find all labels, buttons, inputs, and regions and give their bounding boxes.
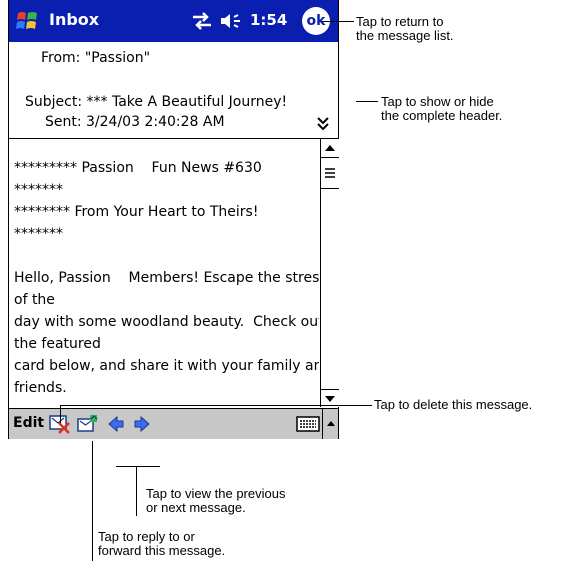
command-bar: Edit <box>9 408 338 439</box>
callout-line-reply <box>92 441 93 561</box>
input-panel-toggle[interactable] <box>322 409 339 439</box>
message-body-line: ******* <box>14 226 63 242</box>
callout-nav-line2: or next message. <box>146 500 246 515</box>
next-message-icon[interactable] <box>131 414 153 434</box>
vertical-scrollbar[interactable] <box>320 139 339 407</box>
scroll-up-icon <box>325 145 335 151</box>
message-body[interactable]: ********* Passion Fun News #630 ******* **… <box>9 139 319 407</box>
message-body-line: ******** From Your Heart to Theirs! <box>14 204 259 220</box>
message-body-line: ********* Passion Fun News #630 <box>14 160 262 176</box>
message-body-text: ********* Passion Fun News #630 ******* **… <box>14 157 319 399</box>
callout-line-nav-vert <box>136 466 137 516</box>
edit-menu[interactable]: Edit <box>13 415 44 431</box>
callout-line-delete <box>60 405 372 406</box>
message-body-line: day with some woodland beauty. Check out <box>14 314 319 330</box>
callout-header-line2: the complete header. <box>381 108 503 123</box>
callout-nav: Tap to view the previous or next message… <box>146 487 285 515</box>
message-body-line: friends. <box>14 380 67 396</box>
callout-ok: Tap to return to the message list. <box>356 15 454 43</box>
grip-icon <box>325 168 335 178</box>
message-header: From: "Passion" Subject: *** Take A Beau… <box>9 42 338 139</box>
scroll-up-button[interactable] <box>321 139 339 158</box>
title-bar: Inbox 1:54 ok <box>9 0 338 42</box>
message-body-line: Hello, Passion Members! Escape the stres… <box>14 270 319 286</box>
callout-delete: Tap to delete this message. <box>374 397 533 412</box>
message-body-line <box>14 245 316 267</box>
from-field: From: "Passion" <box>41 50 151 66</box>
scroll-thumb[interactable] <box>321 158 339 189</box>
pocketpc-screen: Inbox 1:54 ok From: "Passion" Subject: *… <box>8 0 339 439</box>
callout-header: Tap to show or hide the complete header. <box>381 95 502 123</box>
callout-reply-line2: forward this message. <box>98 543 226 558</box>
callout-ok-line2: the message list. <box>356 28 454 43</box>
reply-forward-icon[interactable] <box>77 414 99 434</box>
message-body-line: card below, and share it with your famil… <box>14 358 319 374</box>
callout-line-nav-top <box>116 466 160 467</box>
callout-reply-line1: Tap to reply to or <box>98 529 195 544</box>
callout-nav-line1: Tap to view the previous <box>146 486 286 501</box>
callout-line-header <box>356 101 378 102</box>
message-body-line: the featured <box>14 336 101 352</box>
callout-line-ok <box>322 21 354 22</box>
keyboard-icon[interactable] <box>296 415 320 433</box>
clock[interactable]: 1:54 <box>250 11 287 29</box>
message-body-line: ******* <box>14 182 63 198</box>
callout-header-line1: Tap to show or hide <box>381 94 494 109</box>
start-menu-icon[interactable] <box>15 8 41 34</box>
previous-message-icon[interactable] <box>105 414 127 434</box>
callout-reply: Tap to reply to or forward this message. <box>98 530 225 558</box>
app-title: Inbox <box>49 10 100 29</box>
volume-icon[interactable] <box>219 11 243 31</box>
message-body-line: of the <box>14 292 55 308</box>
callout-ok-line1: Tap to return to <box>356 14 444 29</box>
subject-field: Subject: *** Take A Beautiful Journey! <box>25 94 288 110</box>
sent-field: Sent: 3/24/03 2:40:28 AM <box>45 114 225 130</box>
callout-line-delete-vert <box>60 405 61 423</box>
toggle-header-icon[interactable] <box>315 114 331 132</box>
chevron-up-icon <box>327 421 335 426</box>
connectivity-icon[interactable] <box>191 11 213 31</box>
